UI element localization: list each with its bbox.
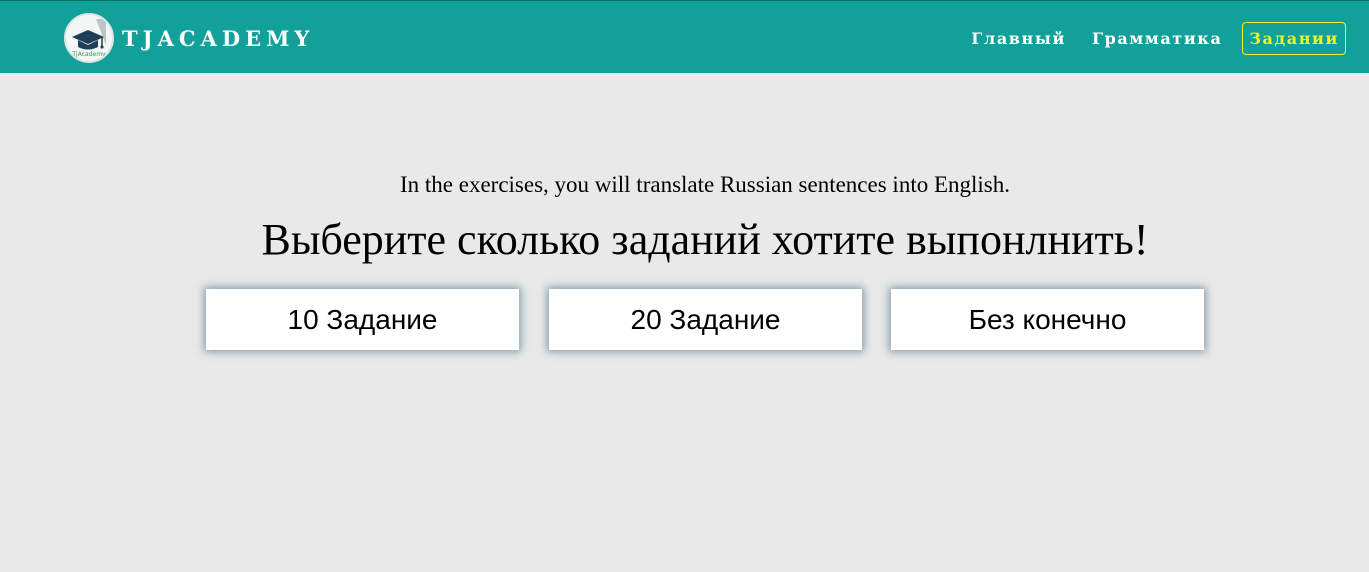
navbar: TjAcademy TJACADEMY Главный Грамматика З… bbox=[0, 0, 1369, 73]
ten-exercises-button[interactable]: 10 Задание bbox=[206, 289, 519, 350]
nav-links: Главный Грамматика Задании bbox=[945, 21, 1346, 56]
twenty-exercises-button[interactable]: 20 Задание bbox=[549, 289, 862, 350]
nav-item-home[interactable]: Главный bbox=[971, 29, 1066, 48]
intro-text: In the exercises, you will translate Rus… bbox=[399, 172, 1010, 197]
brand-name: TJACADEMY bbox=[122, 25, 315, 51]
brand[interactable]: TjAcademy TJACADEMY bbox=[64, 13, 314, 63]
logo-caption: TjAcademy bbox=[71, 51, 106, 58]
page-title: Выберите сколько заданий хотите выпонлни… bbox=[261, 215, 1149, 264]
nav-item-exercises[interactable]: Задании bbox=[1242, 22, 1346, 55]
logo: TjAcademy bbox=[64, 13, 114, 63]
nav-item-grammar[interactable]: Грамматика bbox=[1092, 29, 1222, 48]
unlimited-exercises-button[interactable]: Без конечно bbox=[891, 289, 1204, 350]
graduation-cap-icon: TjAcademy bbox=[71, 19, 106, 58]
